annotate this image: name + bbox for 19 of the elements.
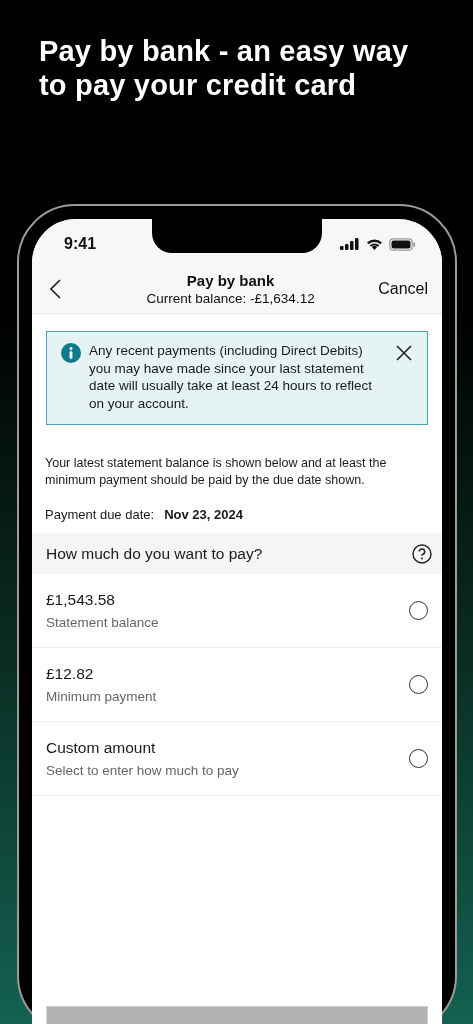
due-date-label: Payment due date:: [45, 507, 155, 522]
info-message: Any recent payments (including Direct Debits) you may have made since your last statement date will usually take at least 24 hours to reflect on your account.: [89, 342, 373, 412]
option-title: £12.82: [46, 665, 95, 683]
payment-option[interactable]: £12.82 Minimum payment: [32, 648, 442, 722]
option-subtitle: Statement balance: [46, 615, 159, 630]
screen-title: Pay by bank: [186, 272, 275, 289]
payment-option[interactable]: £1,543.58 Statement balance: [32, 574, 442, 648]
headline: Pay by bank - an easy way to pay your credit card: [39, 34, 410, 102]
option-subtitle: Minimum payment: [46, 689, 157, 704]
payment-option[interactable]: Custom amount Select to enter how much to pay: [32, 722, 442, 796]
status-time: 9:41: [64, 235, 97, 253]
current-balance: Current balance: -£1,634.12: [146, 291, 315, 306]
option-title: £1,543.58: [46, 591, 116, 609]
cancel-button[interactable]: Cancel: [378, 280, 428, 298]
question-text: How much do you want to pay?: [46, 544, 263, 563]
intro-text: Your latest statement balance is shown below and at least the minimum payment should be paid by the due date shown.: [45, 455, 388, 489]
option-subtitle: Select to enter how much to pay: [46, 763, 239, 778]
option-title: Custom amount: [46, 739, 157, 757]
due-date-value: Nov 23, 2024: [164, 507, 243, 522]
